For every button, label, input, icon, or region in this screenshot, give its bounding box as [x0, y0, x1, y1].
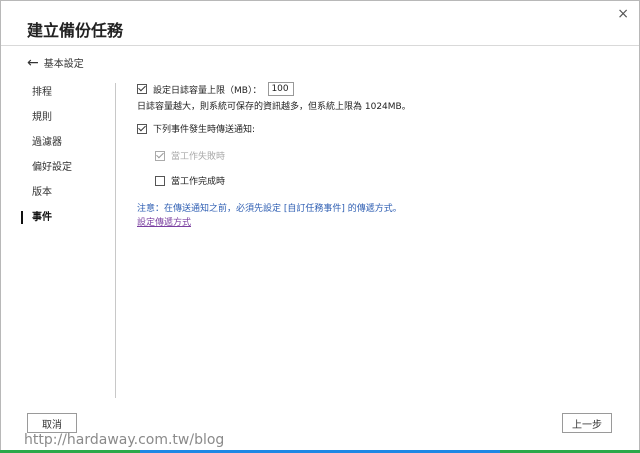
- job-failed-label: 當工作失敗時: [171, 152, 226, 162]
- back-to-basic-settings[interactable]: ← 基本設定: [27, 54, 84, 71]
- sidebar-item-schedule[interactable]: 排程: [21, 80, 111, 105]
- log-limit-hint: 日誌容量越大，則系統可保存的資訊越多，但系統上限為 1024MB。: [137, 102, 411, 112]
- sidebar-item-preferences[interactable]: 偏好設定: [21, 155, 111, 180]
- cancel-button[interactable]: 取消: [27, 413, 77, 433]
- log-limit-input[interactable]: [268, 82, 295, 96]
- sidebar-item-versions[interactable]: 版本: [21, 180, 111, 205]
- previous-button[interactable]: 上一步: [562, 413, 612, 433]
- sidebar-divider: [115, 83, 116, 398]
- arrow-left-icon: ←: [27, 54, 39, 71]
- sidebar-item-filters[interactable]: 過濾器: [21, 130, 111, 155]
- events-panel: 設定日誌容量上限（MB）： 日誌容量越大，則系統可保存的資訊越多，但系統上限為 …: [137, 81, 617, 228]
- watermark-url: http://hardaway.com.tw/blog: [24, 432, 225, 448]
- notify-label: 下列事件發生時傳送通知:: [153, 125, 256, 135]
- close-icon[interactable]: ×: [617, 7, 629, 21]
- dialog-title: 建立備份任務: [27, 21, 124, 40]
- job-failed-checkbox: [155, 150, 165, 161]
- title-divider: [1, 45, 639, 46]
- back-label: 基本設定: [43, 59, 84, 70]
- sidebar-item-rules[interactable]: 規則: [21, 105, 111, 130]
- configure-delivery-link[interactable]: 設定傳遞方式: [137, 218, 191, 228]
- job-completed-label: 當工作完成時: [171, 177, 226, 187]
- log-limit-checkbox[interactable]: [137, 84, 147, 94]
- sidebar: 排程 規則 過濾器 偏好設定 版本 事件: [21, 80, 111, 230]
- backup-task-dialog: 建立備份任務 × ← 基本設定 排程 規則 過濾器 偏好設定 版本 事件 設定日…: [0, 0, 640, 453]
- sidebar-item-events[interactable]: 事件: [21, 205, 111, 230]
- log-limit-label: 設定日誌容量上限（MB）：: [153, 85, 262, 96]
- job-completed-checkbox[interactable]: [155, 175, 165, 186]
- notify-checkbox[interactable]: [137, 123, 147, 134]
- notification-note: 注意：在傳送通知之前，必須先設定 [自訂任務事件] 的傳遞方式。: [137, 204, 402, 214]
